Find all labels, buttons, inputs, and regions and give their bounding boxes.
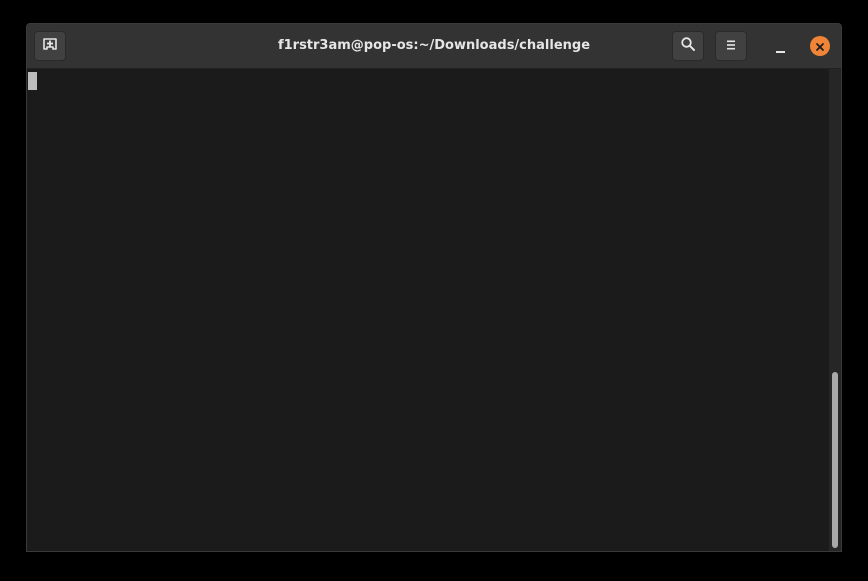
terminal-area[interactable]	[27, 69, 829, 551]
search-icon	[680, 36, 696, 56]
minimize-button[interactable]	[770, 36, 790, 56]
titlebar[interactable]: f1rstr3am@pop-os:~/Downloads/challenge	[27, 24, 841, 69]
window-title: f1rstr3am@pop-os:~/Downloads/challenge	[277, 38, 591, 53]
new-tab-icon	[42, 36, 58, 56]
close-icon	[815, 37, 825, 56]
close-button[interactable]	[810, 36, 830, 56]
terminal-window: f1rstr3am@pop-os:~/Downloads/challenge	[26, 23, 842, 552]
new-tab-button[interactable]	[34, 31, 66, 61]
minimize-icon	[775, 51, 785, 53]
scrollbar[interactable]	[829, 69, 841, 551]
scrollbar-thumb[interactable]	[832, 372, 838, 548]
text-cursor	[28, 72, 37, 90]
search-button[interactable]	[672, 31, 704, 61]
hamburger-menu-icon	[724, 37, 738, 56]
menu-button[interactable]	[715, 31, 747, 61]
